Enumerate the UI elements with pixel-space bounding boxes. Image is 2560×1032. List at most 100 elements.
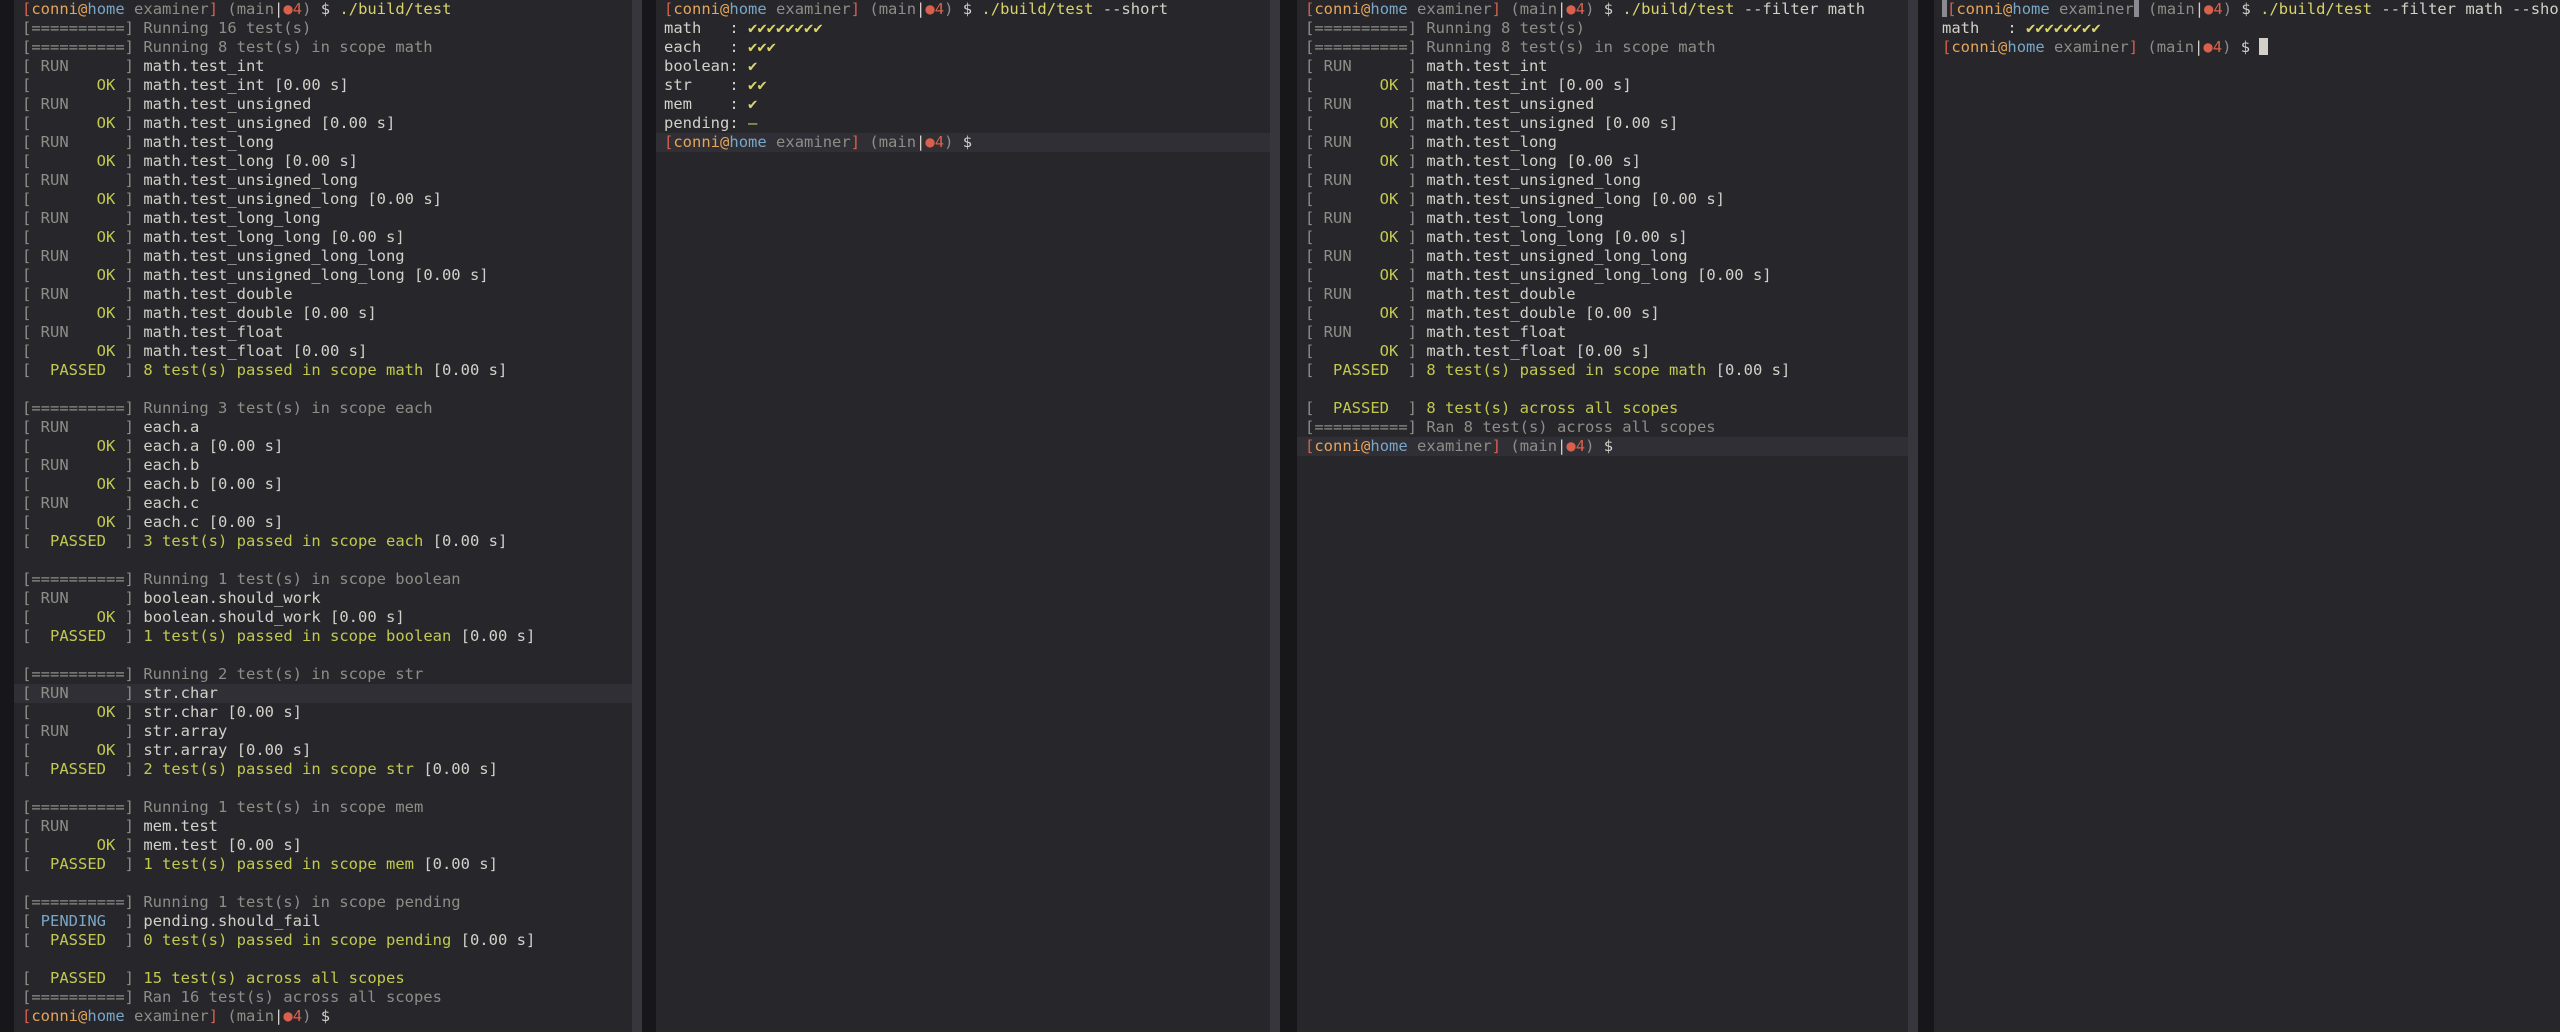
log-message: math.test_int [0.00 s] xyxy=(1426,76,1632,94)
prompt-symbol: $ xyxy=(320,0,331,18)
log-line: [ PASSED ] 8 test(s) passed in scope mat… xyxy=(14,361,632,380)
prompt-bracket: ] xyxy=(208,1007,219,1025)
prompt-paren: ( xyxy=(2138,0,2158,18)
tag-bracket: ] xyxy=(1407,76,1418,94)
log-message: Running 16 test(s) xyxy=(143,19,312,37)
tag-label: OK xyxy=(31,228,125,246)
log-message: math.test_long [0.00 s] xyxy=(143,152,358,170)
tag-label: PASSED xyxy=(31,931,125,949)
tag-bracket: [ xyxy=(22,76,32,94)
scope-label: mem : xyxy=(664,95,748,113)
text-cursor[interactable] xyxy=(2259,38,2269,55)
prompt-dir: examiner xyxy=(2059,0,2134,18)
pane-divider[interactable] xyxy=(1908,0,1918,1032)
log-message: 15 test(s) across all scopes xyxy=(143,969,405,987)
prompt-branch: main xyxy=(236,1007,275,1025)
log-line: [ OK ] math.test_long [0.00 s] xyxy=(14,152,632,171)
prompt-separator: | xyxy=(2194,0,2205,18)
terminal-pane-2[interactable]: [conni@home examiner] (main|●4) $ ./buil… xyxy=(656,0,1270,1032)
status-tag: [ RUN ] xyxy=(22,589,134,607)
tag-label: OK xyxy=(1314,304,1408,322)
tag-bracket: ] xyxy=(124,931,135,949)
prompt-bracket: [ xyxy=(22,1007,32,1025)
prompt-bracket: ] xyxy=(850,0,861,18)
tag-bracket: ] xyxy=(124,114,135,132)
log-line: [ PASSED ] 3 test(s) passed in scope eac… xyxy=(14,532,632,551)
pane-divider[interactable] xyxy=(1270,0,1280,1032)
log-message: math.test_double xyxy=(143,285,293,303)
prompt-paren: ( xyxy=(860,0,879,18)
log-message: str.char [0.00 s] xyxy=(143,703,302,721)
tag-label: PENDING xyxy=(31,912,125,930)
log-line: [==========] Running 8 test(s) in scope … xyxy=(14,38,632,57)
status-tag: [ OK ] xyxy=(22,304,134,322)
prompt-bracket: ] xyxy=(850,133,861,151)
tag-bracket: ] xyxy=(124,437,135,455)
scope-label: str : xyxy=(664,76,748,94)
tag-bracket: [ xyxy=(22,228,32,246)
log-message: math.test_unsigned_long [0.00 s] xyxy=(143,190,442,208)
tag-bracket: ] xyxy=(124,532,135,550)
prompt-paren: ) xyxy=(944,133,963,151)
tag-label: OK xyxy=(31,76,125,94)
log-message: each.a [0.00 s] xyxy=(143,437,284,455)
log-message: math.test_unsigned xyxy=(143,95,312,113)
prompt-symbol: $ xyxy=(962,0,973,18)
log-message: 8 test(s) across all scopes xyxy=(1426,399,1679,417)
prompt-at: @ xyxy=(2003,0,2013,18)
prompt-dir: examiner xyxy=(1417,437,1492,455)
status-tag: [==========] xyxy=(22,399,134,417)
log-line: [==========] Running 8 test(s) in scope … xyxy=(1297,38,1908,57)
prompt-at: @ xyxy=(78,1007,88,1025)
status-tag: [ PASSED ] xyxy=(22,361,134,379)
log-line: [ RUN ] math.test_long_long xyxy=(1297,209,1908,228)
prompt-symbol: $ xyxy=(962,133,973,151)
tag-bracket: [ xyxy=(22,342,32,360)
command-prompt: [conni@home examiner] (main|●4) $ xyxy=(1297,437,1908,456)
log-line: [ PASSED ] 15 test(s) across all scopes xyxy=(14,969,632,988)
log-message: math.test_double [0.00 s] xyxy=(1426,304,1660,322)
log-message: math.test_long_long xyxy=(1426,209,1604,227)
terminal-pane-3[interactable]: [conni@home examiner] (main|●4) $ ./buil… xyxy=(1297,0,1908,1032)
tag-bracket: [ xyxy=(1305,304,1315,322)
tag-bracket: ] xyxy=(1407,342,1418,360)
log-duration: [0.00 s] xyxy=(423,361,508,379)
prompt-dirty-count: 4 xyxy=(292,0,303,18)
prompt-paren: ( xyxy=(218,1007,237,1025)
terminal-pane-1[interactable]: [conni@home examiner] (main|●4) $ ./buil… xyxy=(14,0,632,1032)
tag-bracket: ] xyxy=(1407,361,1418,379)
log-message: Running 1 test(s) in scope boolean xyxy=(143,570,461,588)
summary-row: each : ✔✔✔ xyxy=(656,38,1270,57)
pane-divider[interactable] xyxy=(632,0,642,1032)
log-message: math.test_double [0.00 s] xyxy=(143,304,377,322)
tag-label: OK xyxy=(31,608,125,626)
tag-bracket: ] xyxy=(124,342,135,360)
prompt-bracket: ] xyxy=(1491,437,1502,455)
command-line: [conni@home examiner] (main|●4) $ ./buil… xyxy=(656,0,1270,19)
log-message: math.test_int xyxy=(143,57,265,75)
log-line: [ PASSED ] 0 test(s) passed in scope pen… xyxy=(14,931,632,950)
log-message: math.test_unsigned_long xyxy=(1426,171,1641,189)
tag-bracket: ] xyxy=(124,836,135,854)
status-tag: [ OK ] xyxy=(22,266,134,284)
command-args: --filter math --short xyxy=(2381,0,2560,18)
prompt-host: home xyxy=(729,133,767,151)
log-message: 8 test(s) passed in scope math xyxy=(143,361,424,379)
terminal-pane-4[interactable]: [conni@home examiner (main|●4) $ ./build… xyxy=(1934,0,2560,1032)
log-message: math.test_long_long [0.00 s] xyxy=(143,228,405,246)
